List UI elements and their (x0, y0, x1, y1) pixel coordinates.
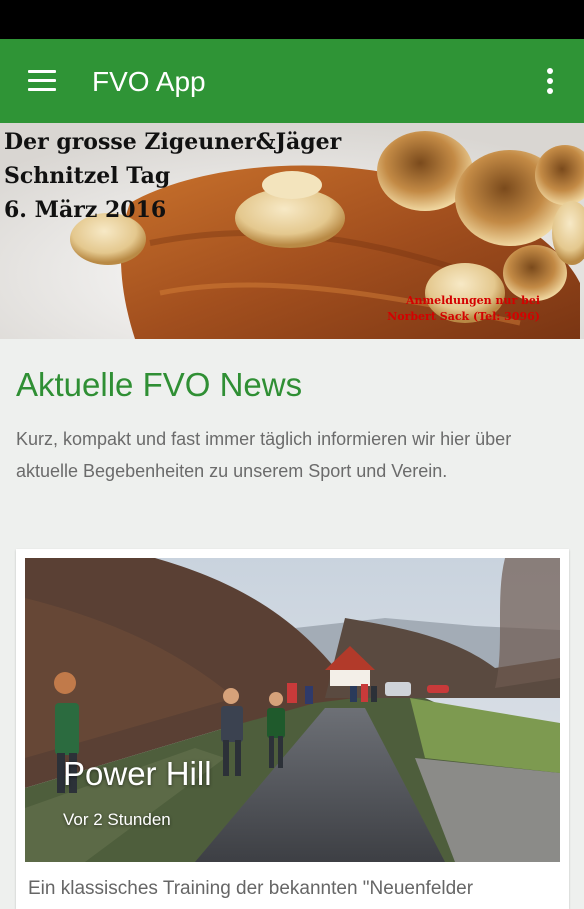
hero-note: Anmeldungen nur bei Norbert Sack (Tel: 3… (387, 294, 540, 323)
news-card[interactable]: Power Hill Vor 2 Stunden Ein klassisches… (16, 549, 569, 909)
hamburger-menu-icon[interactable] (26, 69, 58, 93)
news-card-excerpt: Ein klassisches Training der bekannten "… (28, 878, 474, 899)
news-heading: Aktuelle FVO News (16, 366, 303, 403)
more-vert-icon[interactable] (538, 67, 562, 95)
hero-title: Der grosse Zigeuner&Jäger Schnitzel Tag … (4, 129, 342, 223)
news-card-title: Power Hill (63, 755, 212, 792)
news-description: Kurz, kompakt und fast immer täglich inf… (16, 429, 512, 481)
news-card-image: Power Hill Vor 2 Stunden (25, 558, 560, 862)
news-card-time: Vor 2 Stunden (63, 810, 171, 829)
hero-banner[interactable]: Der grosse Zigeuner&Jäger Schnitzel Tag … (0, 123, 584, 339)
news-section: Aktuelle FVO News Kurz, kompakt und fast… (0, 339, 584, 909)
app-title: FVO App (92, 66, 206, 97)
status-bar (0, 0, 584, 39)
app-bar: FVO App (0, 39, 584, 123)
